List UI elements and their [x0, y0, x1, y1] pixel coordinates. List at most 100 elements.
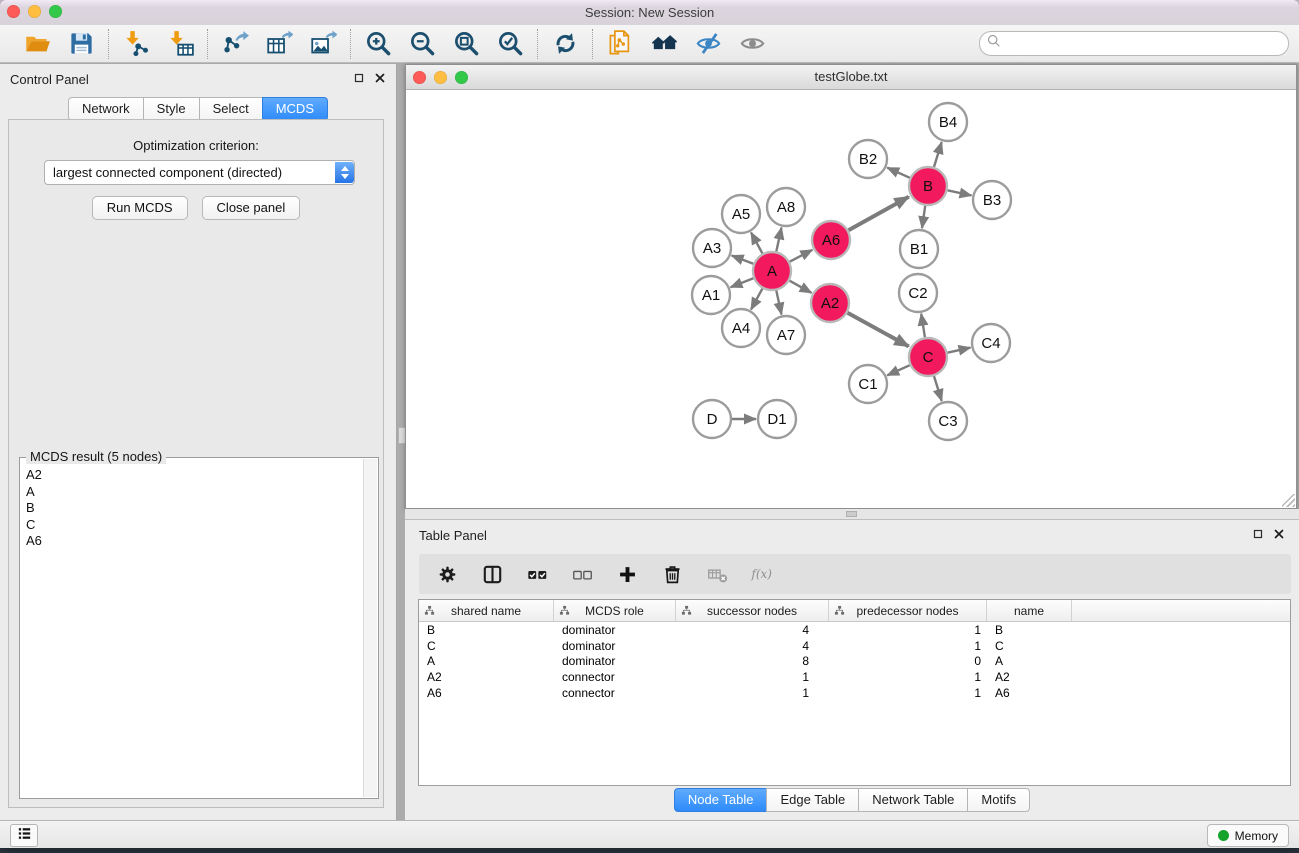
export-image-button[interactable]	[309, 30, 337, 58]
table-cell[interactable]: A6	[987, 686, 1072, 700]
table-cell[interactable]: dominator	[554, 623, 676, 637]
unselect-all-columns-button[interactable]	[570, 562, 594, 586]
table-cell[interactable]: A	[987, 654, 1072, 668]
table-row-b[interactable]: Bdominator41B	[419, 622, 1290, 638]
table-cell[interactable]: A6	[419, 686, 554, 700]
table-cell[interactable]: C	[987, 639, 1072, 653]
mcds-result-scrollbar[interactable]	[363, 459, 377, 797]
task-history-button[interactable]	[10, 824, 38, 847]
table-cell[interactable]: 8	[676, 654, 829, 668]
float-panel-icon[interactable]	[353, 72, 365, 84]
table-cell[interactable]: dominator	[554, 654, 676, 668]
table-cell[interactable]: 4	[676, 623, 829, 637]
table-cell[interactable]: connector	[554, 670, 676, 684]
select-all-columns-button[interactable]	[525, 562, 549, 586]
mcds-result-item-b[interactable]: B	[26, 500, 363, 517]
float-panel-icon[interactable]	[1252, 528, 1264, 540]
graph-edge-A-A3	[732, 256, 754, 264]
network-canvas[interactable]: B4B2BB3A8A5A6A3B1AC2A1A2A4A7C4CC1DD1C3	[406, 90, 1296, 508]
horizontal-split-handle[interactable]	[846, 511, 857, 517]
table-row-a2[interactable]: A2connector11A2	[419, 669, 1290, 685]
column-header-mcds-role[interactable]: MCDS role	[554, 600, 676, 621]
graph-node-label-B2: B2	[859, 151, 877, 168]
table-cell[interactable]: B	[419, 623, 554, 637]
run-mcds-button[interactable]: Run MCDS	[92, 196, 188, 220]
tab-select[interactable]: Select	[199, 97, 263, 121]
zoom-out-button[interactable]	[408, 30, 436, 58]
create-column-button[interactable]	[615, 562, 639, 586]
table-cell[interactable]: 1	[829, 639, 987, 653]
show-graphics-button[interactable]	[738, 30, 766, 58]
close-panel-button[interactable]: Close panel	[202, 196, 301, 220]
mcds-result-item-a[interactable]: A	[26, 484, 363, 501]
hierarchy-icon	[834, 605, 845, 616]
resize-grip[interactable]	[1282, 494, 1295, 507]
graph-edge-C-C2	[921, 314, 925, 338]
network-document-button[interactable]	[606, 30, 634, 58]
mcds-result-item-a2[interactable]: A2	[26, 467, 363, 484]
close-panel-icon[interactable]	[374, 72, 386, 84]
import-network-button[interactable]	[122, 30, 150, 58]
zoom-fit-button[interactable]	[452, 30, 480, 58]
graph-node-label-D1: D1	[767, 411, 786, 428]
hide-graphics-button[interactable]	[694, 30, 722, 58]
tab-motifs[interactable]: Motifs	[967, 788, 1030, 812]
table-cell[interactable]: 1	[829, 686, 987, 700]
tab-network[interactable]: Network	[68, 97, 144, 121]
mcds-result-item-c[interactable]: C	[26, 517, 363, 534]
refresh-icon	[552, 30, 579, 57]
table-cell[interactable]: A	[419, 654, 554, 668]
network-view-window: testGlobe.txt B4B2BB3A8A5A6A3B1AC2A1A2A4…	[405, 64, 1297, 509]
tab-edge-table[interactable]: Edge Table	[766, 788, 859, 812]
tab-style[interactable]: Style	[143, 97, 200, 121]
show-columns-button[interactable]	[480, 562, 504, 586]
table-cell[interactable]: 1	[676, 686, 829, 700]
graph-node-label-A7: A7	[777, 327, 795, 344]
zoom-selected-button[interactable]	[496, 30, 524, 58]
table-cell[interactable]: 1	[829, 670, 987, 684]
zoom-in-button[interactable]	[364, 30, 392, 58]
table-cell[interactable]: 4	[676, 639, 829, 653]
import-table-button[interactable]	[166, 30, 194, 58]
table-cell[interactable]: connector	[554, 686, 676, 700]
hierarchy-icon	[424, 605, 435, 616]
table-cell[interactable]: 1	[829, 623, 987, 637]
optimization-criterion-select[interactable]: largest connected component (directed)	[44, 160, 355, 185]
table-cell[interactable]: C	[419, 639, 554, 653]
memory-button[interactable]: Memory	[1207, 824, 1289, 847]
table-cell[interactable]: 1	[676, 670, 829, 684]
column-header-predecessor-nodes[interactable]: predecessor nodes	[829, 600, 987, 621]
search-input[interactable]	[1006, 35, 1282, 52]
column-header-filler	[1072, 600, 1290, 621]
tab-network-table[interactable]: Network Table	[858, 788, 968, 812]
save-session-button[interactable]	[67, 30, 95, 58]
table-cell[interactable]: 0	[829, 654, 987, 668]
table-cell[interactable]: B	[987, 623, 1072, 637]
search-box[interactable]	[979, 31, 1289, 56]
home-button[interactable]	[650, 30, 678, 58]
table-row-a6[interactable]: A6connector11A6	[419, 685, 1290, 701]
table-cell[interactable]: A2	[419, 670, 554, 684]
table-cell[interactable]: A2	[987, 670, 1072, 684]
table-cell[interactable]: dominator	[554, 639, 676, 653]
refresh-view-button[interactable]	[551, 30, 579, 58]
table-options-button[interactable]	[435, 562, 459, 586]
close-panel-icon[interactable]	[1273, 528, 1285, 540]
mcds-result-group: MCDS result (5 nodes) A2ABCA6	[19, 457, 379, 799]
column-header-successor-nodes[interactable]: successor nodes	[676, 600, 829, 621]
column-header-name[interactable]: name	[987, 600, 1072, 621]
tab-mcds[interactable]: MCDS	[262, 97, 328, 121]
trash-icon	[662, 564, 683, 585]
mcds-result-item-a6[interactable]: A6	[26, 533, 363, 550]
export-table-button[interactable]	[265, 30, 293, 58]
graph-node-label-C2: C2	[908, 285, 927, 302]
memory-status-icon	[1218, 830, 1229, 841]
open-session-button[interactable]	[23, 30, 51, 58]
tab-node-table[interactable]: Node Table	[674, 788, 768, 812]
column-header-shared-name[interactable]: shared name	[419, 600, 554, 621]
export-network-button[interactable]	[221, 30, 249, 58]
delete-table-button	[705, 562, 729, 586]
delete-columns-button[interactable]	[660, 562, 684, 586]
table-row-a[interactable]: Adominator80A	[419, 654, 1290, 670]
table-row-c[interactable]: Cdominator41C	[419, 638, 1290, 654]
